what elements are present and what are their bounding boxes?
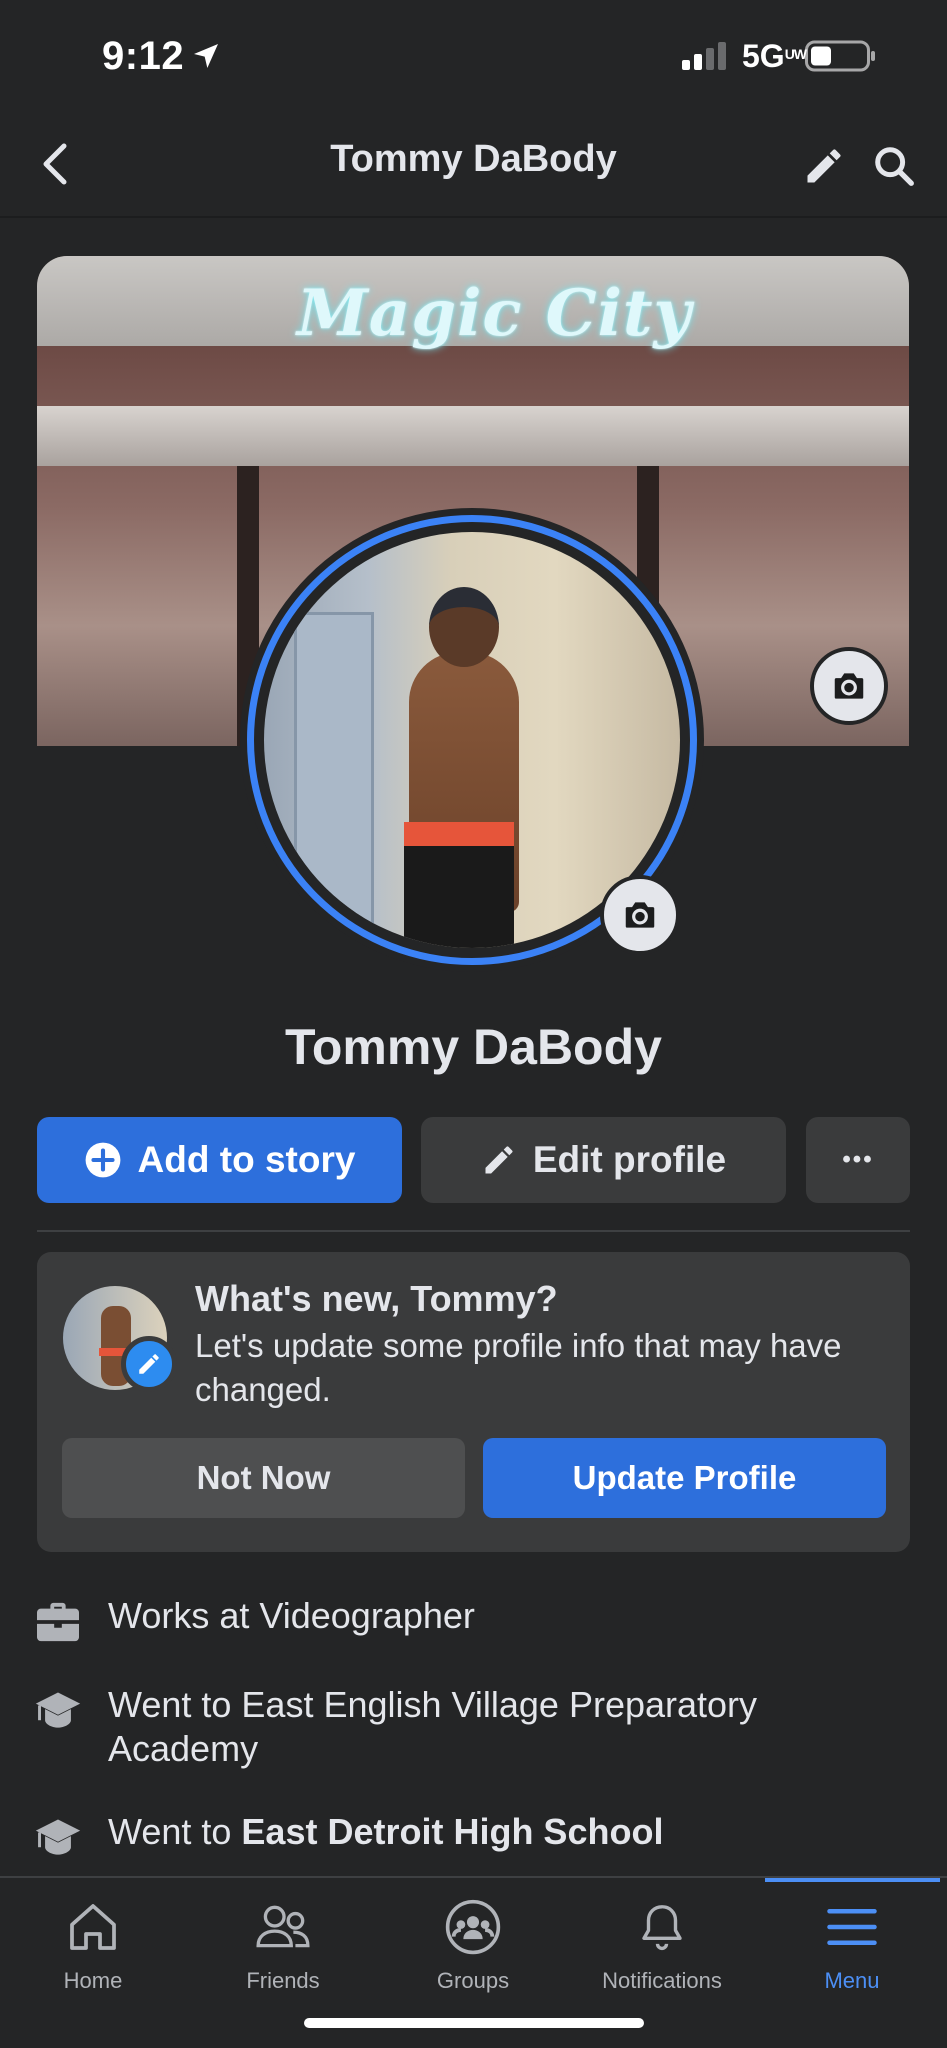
add-to-story-label: Add to story [137, 1139, 356, 1180]
edit-cover-photo-button[interactable] [810, 647, 888, 725]
card-title: What's new, Tommy? [195, 1278, 558, 1319]
edit-profile-label: Edit profile [532, 1139, 727, 1180]
groups-icon [378, 1894, 568, 1960]
card-text: Let's update some profile info that may … [195, 1327, 842, 1408]
pencil-badge-icon [121, 1336, 177, 1392]
plus-circle-icon [84, 1141, 122, 1179]
cover-sign-text: Magic City [297, 276, 692, 351]
update-profile-button[interactable]: Update Profile [483, 1438, 886, 1518]
bell-icon [567, 1894, 757, 1960]
more-options-button[interactable]: ••• [806, 1117, 910, 1203]
pencil-icon [481, 1142, 517, 1178]
graduation-cap-icon [34, 1687, 82, 1735]
whats-new-card: What's new, Tommy? Let's update some pro… [37, 1252, 910, 1552]
friends-icon [188, 1894, 378, 1960]
not-now-button[interactable]: Not Now [62, 1438, 465, 1518]
nav-menu[interactable]: Menu [757, 1894, 947, 2004]
search-button[interactable] [866, 138, 922, 194]
network-type: 5GUW [742, 38, 807, 74]
add-to-story-button[interactable]: Add to story [37, 1117, 402, 1203]
profile-name: Tommy DaBody [285, 1019, 662, 1075]
app-header: Tommy DaBody [0, 110, 947, 218]
edit-button[interactable] [796, 138, 852, 194]
nav-friends[interactable]: Friends [188, 1894, 378, 2004]
detail-work-value: Videographer [259, 1595, 475, 1636]
status-bar: 9:12 5GUW [0, 0, 947, 110]
edit-profile-picture-button[interactable] [600, 875, 680, 955]
search-icon [875, 147, 914, 186]
camera-icon [834, 673, 864, 699]
nav-home[interactable]: Home [0, 1894, 188, 2004]
briefcase-icon [34, 1598, 82, 1646]
cellular-signal-icon [682, 42, 726, 70]
home-icon [0, 1894, 188, 1960]
more-dots-icon: ••• [842, 1146, 874, 1173]
active-tab-indicator [765, 1878, 940, 1882]
edit-profile-button[interactable]: Edit profile [421, 1117, 786, 1203]
graduation-cap-icon [34, 1814, 82, 1862]
location-arrow-icon [194, 44, 218, 68]
hamburger-menu-icon [757, 1894, 947, 1960]
detail-education-2-value: East Detroit High School [241, 1811, 664, 1852]
camera-icon [625, 902, 655, 928]
home-indicator[interactable] [304, 2018, 644, 2028]
nav-groups[interactable]: Groups [378, 1894, 568, 2004]
pencil-icon [807, 149, 841, 183]
battery-icon [805, 40, 875, 72]
divider [37, 1230, 910, 1232]
status-time: 9:12 [102, 34, 185, 78]
nav-notifications[interactable]: Notifications [567, 1894, 757, 2004]
